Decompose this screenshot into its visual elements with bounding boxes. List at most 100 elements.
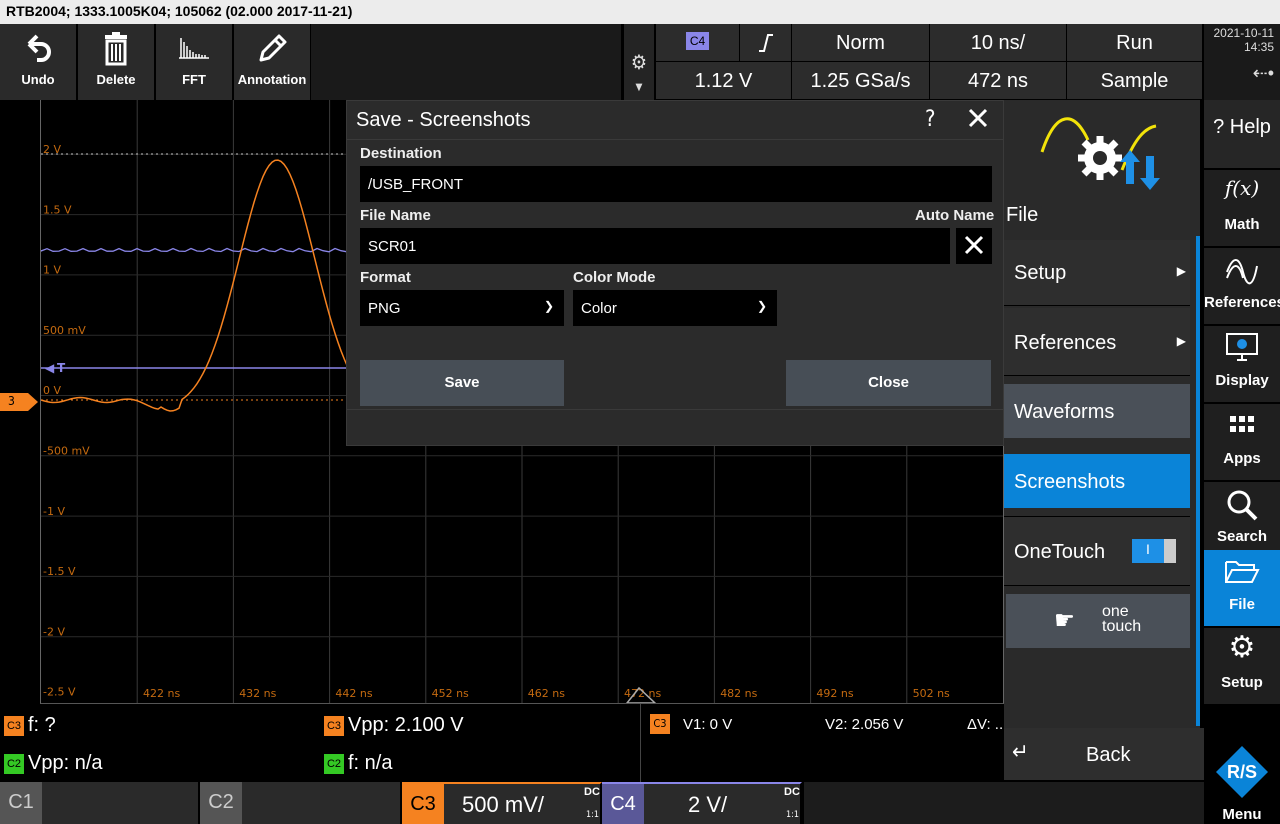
x-tick-label: 492 ns [816,687,853,700]
y-tick-label: -1.5 V [43,565,76,578]
side-references-button[interactable]: References [1204,248,1280,324]
hand-icon: ☛ [1054,606,1075,636]
function-icon: f(x) [1224,176,1260,200]
menu-item-setup[interactable]: Setup ▶ [1004,240,1190,306]
menu-item-onetouch[interactable]: OneTouch I [1004,516,1190,586]
cursor-v2-value: V2: 2.056 V [825,716,904,733]
dialog-close-icon[interactable] [967,107,989,133]
fft-button[interactable]: FFT [156,24,233,100]
side-file-button[interactable]: File [1204,550,1280,626]
rising-edge-icon [756,34,776,60]
side-setup-label: Setup [1221,674,1263,691]
side-apps-button[interactable]: Apps [1204,404,1280,480]
destination-field[interactable]: /USB_FRONT [360,166,992,202]
save-button[interactable]: Save [360,360,564,406]
color-mode-select[interactable]: Color ❯ [573,290,777,326]
menu-item-waveforms-label: Waveforms [1014,401,1115,423]
channel-4-name: C4 [602,784,644,824]
x-tick-label: 452 ns [432,687,469,700]
onetouch-logo-bottom: touch [1102,618,1142,635]
channel-3-offset-marker[interactable]: 3 [0,393,38,411]
clock-date: 2021-10-11 [1213,26,1275,40]
y-tick-label: 0 V [43,384,61,397]
x-tick-label: 442 ns [335,687,372,700]
measurement-3-value: Vpp: n/a [28,752,103,774]
apps-grid-icon [1204,404,1280,450]
undo-label: Undo [21,72,55,87]
trigger-mode-cell[interactable]: Norm [792,24,930,62]
svg-text:R/S: R/S [1227,762,1257,782]
timebase-cell[interactable]: 10 ns/ [930,24,1067,62]
run-state-cell[interactable]: Run [1067,24,1203,62]
channel-3-box[interactable]: C3 500 mV/ DC 1:1 [402,782,602,824]
sample-rate-cell[interactable]: 1.25 GSa/s [792,62,930,100]
menu-item-screenshots-label: Screenshots [1014,471,1126,493]
menu-item-references[interactable]: References ▶ [1004,308,1190,376]
filename-field[interactable]: SCR01 [360,228,950,264]
channel-4-box[interactable]: C4 2 V/ DC 1:1 [602,782,802,824]
channel-4-coupling: DC [784,786,800,798]
measurement-4-value: f: n/a [348,752,393,774]
side-search-button[interactable]: Search [1204,482,1280,558]
measurement-4[interactable]: C2 f: n/a [324,752,392,775]
onetouch-button[interactable]: ☛ one touch [1006,594,1190,648]
help-button[interactable]: ? [925,107,936,132]
side-setup-button[interactable]: ⚙ Setup [1204,628,1280,704]
dialog-footer-divider [347,409,1003,410]
clock: 2021-10-11 14:35 ⇠• [1204,24,1280,100]
side-help-button[interactable]: ? Help [1204,100,1280,168]
side-file-label: File [1229,596,1255,613]
onetouch-toggle[interactable]: I [1132,539,1176,563]
horizontal-position-cell[interactable]: 472 ns [930,62,1067,100]
delete-button[interactable]: Delete [78,24,155,100]
save-screenshots-dialog: Save - Screenshots ? Destination /USB_FR… [346,100,1004,446]
measurement-2[interactable]: C3 Vpp: 2.100 V [324,714,464,737]
cursor-dv-value: ΔV: .. [967,716,1004,733]
back-label: Back [1086,744,1131,766]
toolbar-settings-button[interactable]: ⚙ ▼ [624,24,654,100]
cursor-source-chip: C3 [650,714,670,734]
menu-item-waveforms[interactable]: Waveforms [1004,384,1190,438]
cursor-v1-value: V1: 0 V [683,716,733,733]
side-menu-button[interactable]: R/S Menu [1204,706,1280,824]
y-tick-label: -500 mV [43,445,90,458]
menu-scroll-indicator [1196,236,1200,726]
file-gear-icon [1040,117,1160,190]
measure-source-chip: C3 [4,715,24,736]
measurement-1[interactable]: C3 f: ? [4,714,56,737]
chevron-right-icon: ▶ [1176,264,1186,278]
menu-item-onetouch-label: OneTouch [1014,541,1106,563]
format-select[interactable]: PNG ❯ [360,290,564,326]
menu-item-screenshots[interactable]: Screenshots [1004,454,1190,508]
channel-2-box[interactable]: C2 [200,782,402,824]
trigger-slope-cell[interactable] [740,24,792,62]
chevron-down-icon: ❯ [756,299,767,313]
trigger-source-cell[interactable]: C4 [656,24,740,62]
undo-button[interactable]: Undo [0,24,77,100]
close-button[interactable]: Close [786,360,991,406]
measurement-3[interactable]: C2 Vpp: n/a [4,752,103,775]
side-references-label: References [1204,294,1280,311]
side-display-button[interactable]: Display [1204,326,1280,402]
color-mode-label: Color Mode [573,269,656,286]
folder-icon [1204,550,1280,596]
x-tick-label: 422 ns [143,687,180,700]
references-icon [1204,248,1280,294]
x-tick-label: 482 ns [720,687,757,700]
side-math-button[interactable]: f(x) Math [1204,170,1280,246]
x-tick-label: 462 ns [528,687,565,700]
channel-2-name: C2 [200,782,242,824]
acquisition-mode-cell[interactable]: Sample [1067,62,1203,100]
back-button[interactable]: ↵ Back [1004,728,1204,780]
channel-1-name: C1 [0,782,42,824]
channel-1-box[interactable]: C1 [0,782,200,824]
onetouch-toggle-knob [1164,539,1176,563]
channel-3-ratio: 1:1 [586,810,600,820]
chevron-down-icon: ❯ [543,299,554,313]
cursor-readout[interactable]: C3 V1: 0 V V2: 2.056 V ΔV: .. [640,704,1004,782]
trigger-level-cell[interactable]: 1.12 V [656,62,792,100]
y-axis-labels: 2 V1.5 V1 V500 mV0 V-500 mV-1 V-1.5 V-2 … [43,143,90,699]
channel-3-name: C3 [402,784,444,824]
annotation-button[interactable]: Annotation [234,24,311,100]
clear-filename-button[interactable] [956,228,992,264]
